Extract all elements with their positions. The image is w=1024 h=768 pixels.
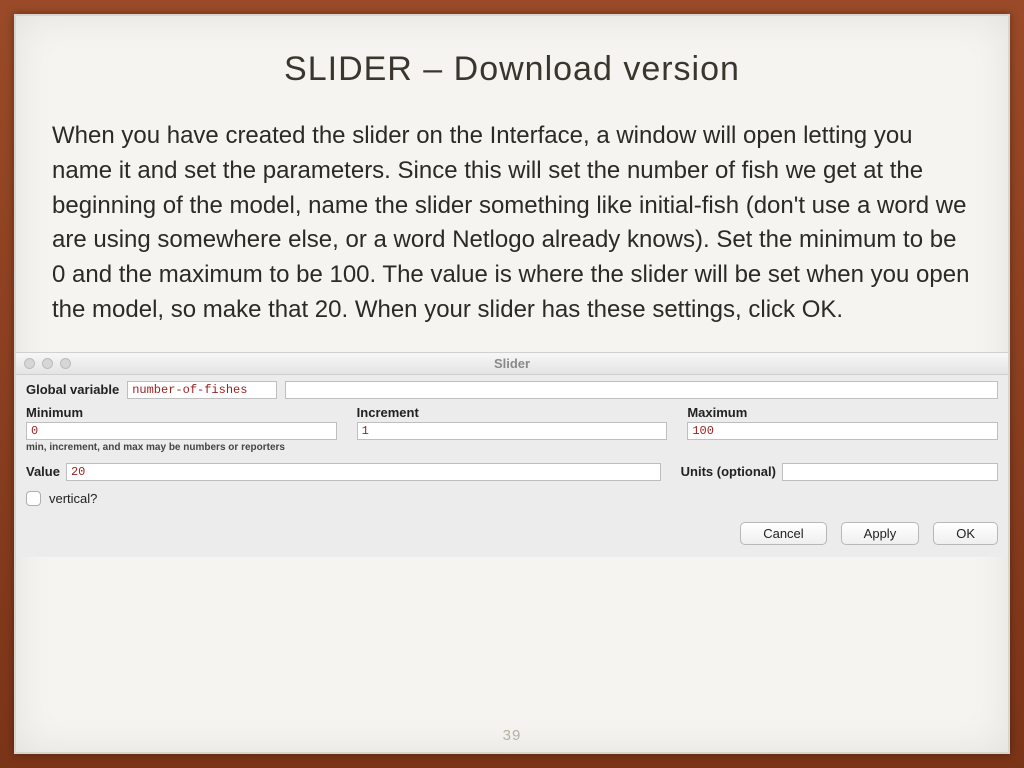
minimum-label: Minimum [26, 405, 337, 420]
dialog-button-row: Cancel Apply OK [26, 522, 998, 545]
minimum-group: Minimum 0 [26, 405, 337, 440]
apply-button[interactable]: Apply [841, 522, 920, 545]
window-controls [24, 358, 71, 369]
slide-title: SLIDER – Download version [46, 50, 978, 89]
minimum-input[interactable]: 0 [26, 422, 337, 440]
zoom-icon[interactable] [60, 358, 71, 369]
units-group: Units (optional) [681, 463, 998, 481]
global-variable-input[interactable]: number-of-fishes [127, 381, 277, 399]
vertical-row: vertical? [26, 491, 998, 506]
global-variable-extra-input[interactable] [285, 381, 998, 399]
dialog-title: Slider [16, 356, 1008, 371]
increment-group: Increment 1 [357, 405, 668, 440]
vertical-label: vertical? [49, 491, 97, 506]
slide-body-text: When you have created the slider on the … [52, 119, 972, 328]
min-inc-max-row: Minimum 0 Increment 1 Maximum 100 [26, 405, 998, 440]
dialog-titlebar: Slider [16, 353, 1008, 375]
vertical-checkbox[interactable] [26, 491, 41, 506]
slider-dialog: Slider Global variable number-of-fishes … [16, 352, 1008, 557]
ok-button[interactable]: OK [933, 522, 998, 545]
maximum-label: Maximum [687, 405, 998, 420]
dialog-body: Global variable number-of-fishes Minimum… [16, 375, 1008, 557]
value-units-row: Value 20 Units (optional) [26, 463, 998, 481]
global-variable-label: Global variable [26, 382, 119, 397]
global-variable-row: Global variable number-of-fishes [26, 381, 998, 399]
units-label: Units (optional) [681, 464, 776, 479]
cancel-button[interactable]: Cancel [740, 522, 826, 545]
increment-label: Increment [357, 405, 668, 420]
value-input[interactable]: 20 [66, 463, 661, 481]
maximum-input[interactable]: 100 [687, 422, 998, 440]
slide-page-number: 39 [16, 727, 1008, 744]
units-input[interactable] [782, 463, 998, 481]
value-group: Value 20 [26, 463, 661, 481]
min-inc-max-hint: min, increment, and max may be numbers o… [26, 442, 998, 453]
value-label: Value [26, 464, 60, 479]
maximum-group: Maximum 100 [687, 405, 998, 440]
slide-frame: SLIDER – Download version When you have … [14, 14, 1010, 754]
increment-input[interactable]: 1 [357, 422, 668, 440]
minimize-icon[interactable] [42, 358, 53, 369]
close-icon[interactable] [24, 358, 35, 369]
